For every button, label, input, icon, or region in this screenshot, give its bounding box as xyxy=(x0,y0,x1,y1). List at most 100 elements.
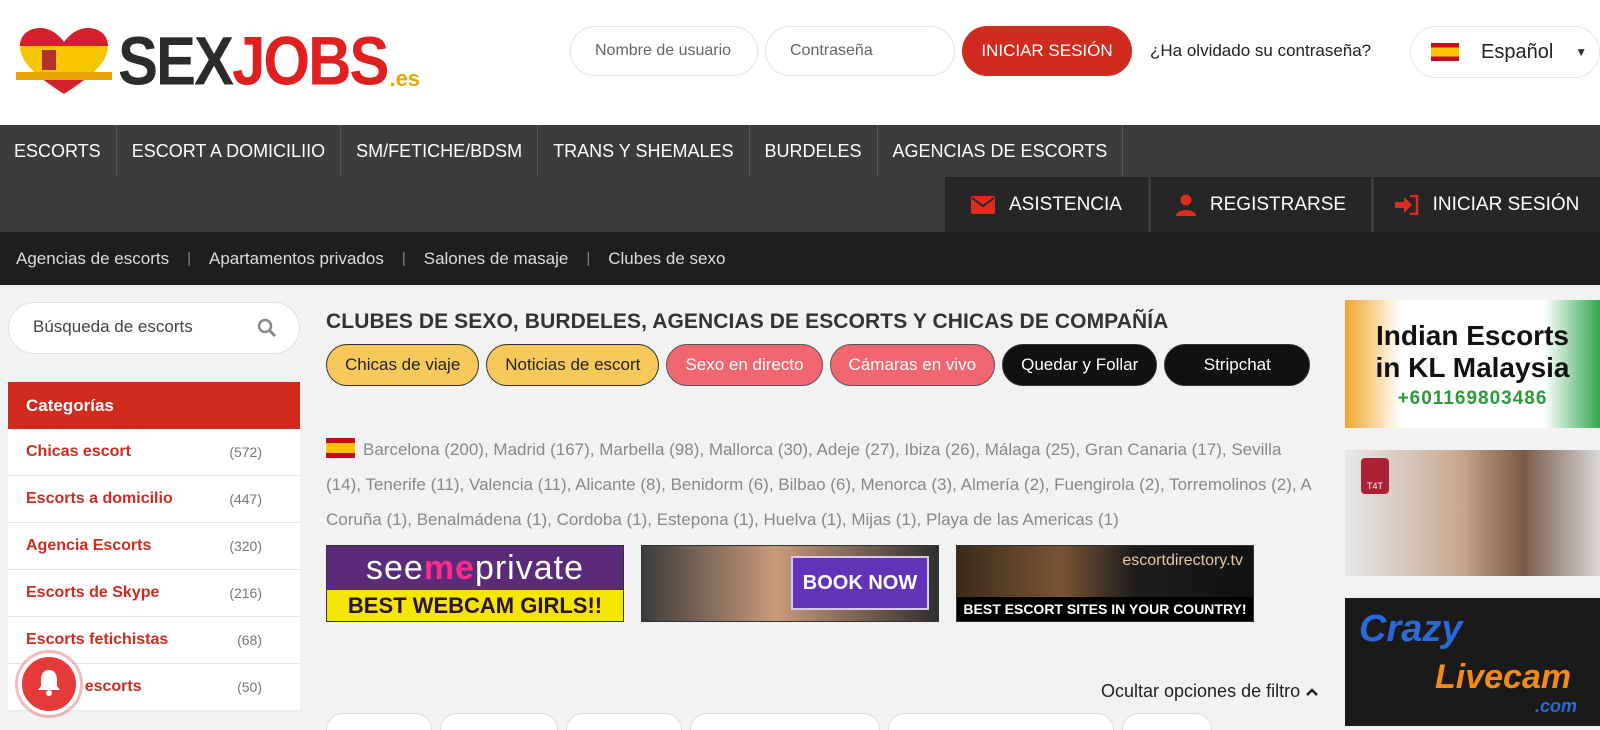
ad-indian-escorts[interactable]: Indian Escorts in KL Malaysia +6011698034… xyxy=(1345,300,1600,428)
banner-seemeprivate[interactable]: seemeprivate BEST WEBCAM GIRLS!! xyxy=(326,545,624,622)
filter-chip[interactable] xyxy=(440,713,558,730)
language-label: Español xyxy=(1481,40,1554,63)
ad-t4t-logo: T4T xyxy=(1361,458,1389,494)
chevron-down-icon: ▼ xyxy=(1575,45,1588,59)
spain-flag-icon xyxy=(1431,43,1459,61)
category-count: (572) xyxy=(229,444,262,460)
nav-registrarse[interactable]: REGISTRARSE xyxy=(1151,177,1371,232)
category-count: (68) xyxy=(237,632,262,648)
search-icon[interactable] xyxy=(257,318,277,343)
escort-search-box xyxy=(8,302,300,354)
ad-indian-escorts-phone: +601169803486 xyxy=(1397,388,1548,409)
categories-header: Categorías xyxy=(8,382,300,429)
category-item[interactable]: Escorts de Skype (216) xyxy=(8,570,300,617)
sign-in-icon xyxy=(1394,194,1419,215)
site-logo[interactable]: SEXJOBS .es xyxy=(16,24,420,96)
account-nav: ASISTENCIA REGISTRARSE INICIAR SESIÓN xyxy=(0,177,1600,232)
category-name: Escorts fetichistas xyxy=(26,631,169,648)
filter-toggle-label: Ocultar opciones de filtro xyxy=(1101,681,1301,701)
heart-flag-icon xyxy=(16,26,112,96)
banner-me: me xyxy=(423,549,475,587)
filter-chip[interactable] xyxy=(1122,713,1212,730)
pill-sexo-en-directo[interactable]: Sexo en directo xyxy=(666,344,823,386)
nav-trans[interactable]: TRANS Y SHEMALES xyxy=(538,125,750,177)
pill-chicas-de-viaje[interactable]: Chicas de viaje xyxy=(326,344,480,386)
subnav-separator: | xyxy=(187,250,191,267)
banner-private: private xyxy=(474,549,585,587)
category-name: Agencia Escorts xyxy=(26,537,152,554)
pill-camaras-en-vivo[interactable]: Cámaras en vivo xyxy=(829,344,996,386)
city-list: Barcelona (200), Madrid (167), Marbella … xyxy=(326,432,1316,537)
banner-book-now[interactable]: BOOK NOW xyxy=(641,545,939,622)
category-count: (216) xyxy=(229,585,262,601)
subnav-apartamentos[interactable]: Apartamentos privados xyxy=(209,249,384,269)
spain-flag-icon xyxy=(326,438,355,458)
category-count: (50) xyxy=(237,679,262,695)
filter-chip[interactable] xyxy=(566,713,682,730)
filter-chip-row xyxy=(326,713,1220,730)
category-item[interactable]: Agencia Escorts (320) xyxy=(8,523,300,570)
quick-links: Chicas de viaje Noticias de escort Sexo … xyxy=(326,344,1317,386)
site-header: SEXJOBS .es INICIAR SESIÓN ¿Ha olvidado … xyxy=(0,0,1600,125)
banner-seemeprivate-tagline: BEST WEBCAM GIRLS!! xyxy=(327,590,623,621)
filter-chip[interactable] xyxy=(326,713,432,730)
ad-line-1: Indian Escorts xyxy=(1376,320,1569,351)
password-input[interactable] xyxy=(765,26,955,76)
ad-photo-banner[interactable]: T4T xyxy=(1345,450,1600,576)
banner-escortdirectory[interactable]: escortdirectory.tv BEST ESCORT SITES IN … xyxy=(956,545,1254,622)
language-selector[interactable]: Español ▼ xyxy=(1410,26,1600,78)
main-nav: ESCORTS ESCORT A DOMICILIIO SM/FETICHE/B… xyxy=(0,125,1600,177)
subnav-separator: | xyxy=(586,250,591,267)
filter-chip[interactable] xyxy=(888,713,1114,730)
category-item[interactable]: Chicas escort (572) xyxy=(8,429,300,476)
nav-escorts[interactable]: ESCORTS xyxy=(0,125,117,177)
nav-registrarse-label: REGISTRARSE xyxy=(1209,193,1347,215)
pill-quedar-y-follar[interactable]: Quedar y Follar xyxy=(1002,344,1158,386)
forgot-password-link[interactable]: ¿Ha olvidado su contraseña? xyxy=(1150,41,1371,61)
logo-jobs: JOBS xyxy=(232,22,389,100)
category-name: Escorts de Skype xyxy=(26,584,160,601)
subnav-salones[interactable]: Salones de masaje xyxy=(424,249,569,269)
escort-search-input[interactable] xyxy=(33,317,233,337)
nav-iniciar-sesion[interactable]: INICIAR SESIÓN xyxy=(1374,177,1600,232)
ad-line-2: in KL Malaysia xyxy=(1375,352,1570,383)
category-item[interactable]: Escorts a domicilio (447) xyxy=(8,476,300,523)
bell-icon xyxy=(36,668,62,701)
nav-asistencia-label: ASISTENCIA xyxy=(1009,193,1122,215)
envelope-icon xyxy=(971,195,995,214)
category-name: Escorts a domicilio xyxy=(26,490,173,507)
nav-escort-domicilio[interactable]: ESCORT A DOMICILIIO xyxy=(117,125,342,177)
chevron-up-icon xyxy=(1305,681,1319,701)
category-count: (447) xyxy=(229,491,262,507)
banner-escortdirectory-brand: escortdirectory.tv xyxy=(1122,552,1243,569)
category-count: (320) xyxy=(229,538,262,554)
subnav-clubes[interactable]: Clubes de sexo xyxy=(608,249,725,269)
sub-nav: Agencias de escorts | Apartamentos priva… xyxy=(0,232,1600,285)
username-input[interactable] xyxy=(570,26,758,76)
nav-iniciar-sesion-label: INICIAR SESIÓN xyxy=(1432,193,1580,215)
nav-bdsm[interactable]: SM/FETICHE/BDSM xyxy=(341,125,539,177)
banner-seemeprivate-logo: seemeprivate xyxy=(327,546,623,590)
book-now-button[interactable]: BOOK NOW xyxy=(791,556,929,610)
pill-noticias-de-escort[interactable]: Noticias de escort xyxy=(486,344,660,386)
logo-wordmark: SEXJOBS xyxy=(118,26,389,96)
subnav-separator: | xyxy=(401,250,406,267)
ad-crazy-livecam[interactable]: Crazy Livecam .com xyxy=(1345,598,1600,726)
banner-see: see xyxy=(365,549,424,587)
nav-burdeles[interactable]: BURDELES xyxy=(750,125,878,177)
notification-bell-button[interactable] xyxy=(18,653,80,715)
user-icon xyxy=(1175,194,1196,216)
ad-dotcom: .com xyxy=(1535,696,1578,716)
nav-asistencia[interactable]: ASISTENCIA xyxy=(945,177,1148,232)
hide-filter-options-toggle[interactable]: Ocultar opciones de filtro xyxy=(1101,681,1319,702)
filter-chip[interactable] xyxy=(690,713,880,730)
page-title: CLUBES DE SEXO, BURDELES, AGENCIAS DE ES… xyxy=(326,310,1169,333)
header-login-button[interactable]: INICIAR SESIÓN xyxy=(962,26,1132,76)
city-links[interactable]: Barcelona (200), Madrid (167), Marbella … xyxy=(326,440,1311,529)
logo-sex: SEX xyxy=(118,22,234,100)
category-name: Chicas escort xyxy=(26,443,131,460)
logo-tld: .es xyxy=(389,66,421,91)
nav-agencias[interactable]: AGENCIAS DE ESCORTS xyxy=(878,125,1124,177)
pill-stripchat[interactable]: Stripchat xyxy=(1164,344,1311,386)
subnav-agencias[interactable]: Agencias de escorts xyxy=(16,249,169,269)
